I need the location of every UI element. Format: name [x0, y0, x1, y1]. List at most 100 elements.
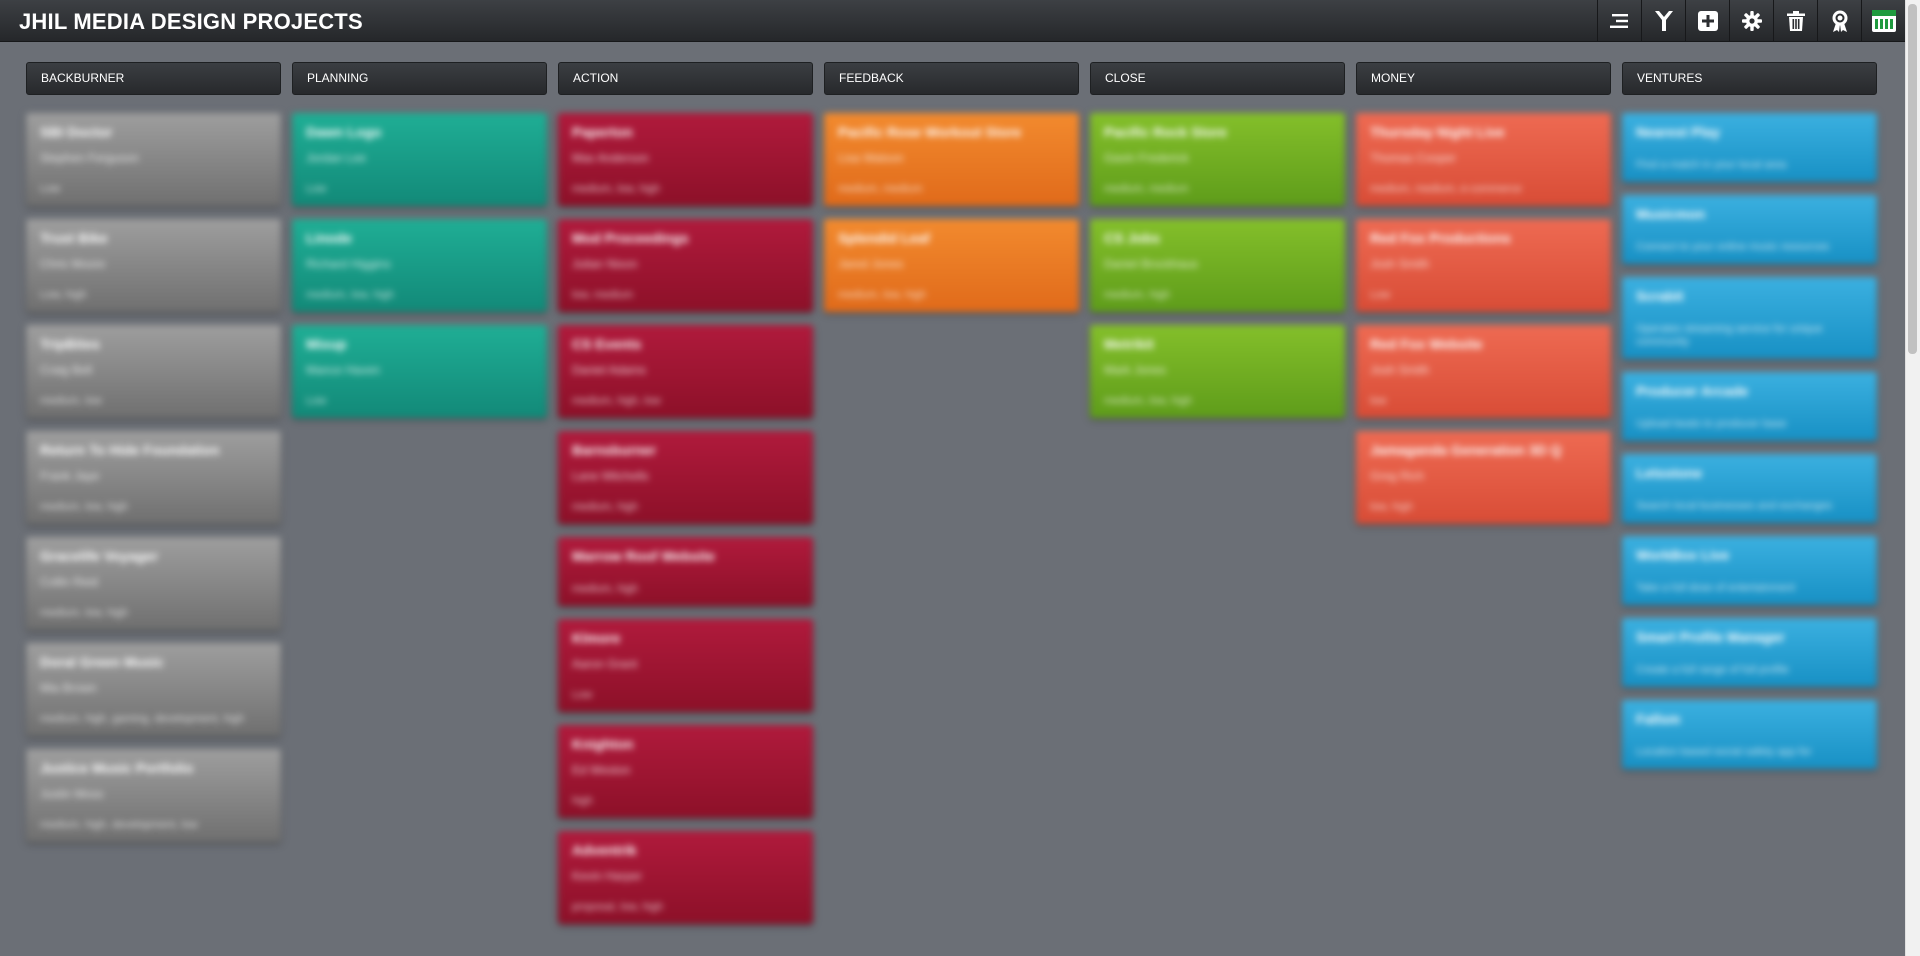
card-tags: medium, low, high	[572, 183, 661, 195]
project-card[interactable]: Return To Hide Foundation Frank Jaye mediu…	[26, 431, 281, 524]
card-title: Musicmon	[1636, 206, 1706, 222]
project-card[interactable]: Knighton Ed Weston high	[558, 725, 813, 818]
project-card[interactable]: Smart Profile Manager Create a full range…	[1622, 618, 1877, 687]
column-header[interactable]: ACTION	[558, 62, 813, 95]
card-client: Daniel Brockhaus	[1104, 257, 1199, 271]
card-client: Kevin Harper	[572, 869, 643, 883]
project-card[interactable]: CS Jobs Daniel Brockhaus medium, high	[1090, 219, 1345, 312]
card-client: Jared Jones	[838, 257, 904, 271]
project-card[interactable]: SBI Doctor Stephen Ferguson Low	[26, 113, 281, 206]
project-card[interactable]: Red Fox Website Josh Smith low	[1356, 325, 1611, 418]
card-title: Red Fox Website	[1370, 336, 1483, 352]
project-card[interactable]: WorkBox Live Take a full dose of entertai…	[1622, 536, 1877, 605]
project-card[interactable]: Pacific Rose Workout Store Lisa Watson med…	[824, 113, 1079, 206]
project-card[interactable]: Linode Richard Higgins medium, low, high	[292, 219, 547, 312]
card-title: Linode	[306, 230, 352, 246]
card-title: Red Fox Productions	[1370, 230, 1511, 246]
card-tags: medium, low, high	[40, 501, 129, 513]
card-title: Mod Proceedings	[572, 230, 689, 246]
card-tags: medium, high, low	[572, 395, 661, 407]
column-header[interactable]: VENTURES	[1622, 62, 1877, 95]
card-tags: medium, low	[40, 395, 102, 407]
card-title: Smart Profile Manager	[1636, 629, 1785, 645]
column-header[interactable]: FEEDBACK	[824, 62, 1079, 95]
project-card[interactable]: Producer Arcade Upload beats to producer …	[1622, 372, 1877, 441]
card-client: Chris Moore	[40, 257, 106, 271]
project-card[interactable]: Musicmon Connect to your online music res…	[1622, 195, 1877, 264]
card-title: Mixup	[306, 336, 347, 352]
project-card[interactable]: Nearest Play Find a match in your local a…	[1622, 113, 1877, 182]
card-title: Splendid Leaf	[838, 230, 930, 246]
column-money: MONEY Thursday Night Live Thomas Cooper me…	[1356, 62, 1611, 924]
vertical-scrollbar[interactable]	[1905, 0, 1920, 956]
card-title: WorkBox Live	[1636, 547, 1730, 563]
card-tags: Low	[572, 689, 593, 701]
column-header[interactable]: PLANNING	[292, 62, 547, 95]
project-card[interactable]: Pacific Rock Store Gavin Frederick medium,…	[1090, 113, 1345, 206]
settings-button[interactable]	[1729, 0, 1773, 42]
project-card[interactable]: Splendid Leaf Jared Jones medium, low, hig…	[824, 219, 1079, 312]
add-card-button[interactable]	[1685, 0, 1729, 42]
card-title: Producer Arcade	[1636, 383, 1749, 399]
card-tags: medium, high, development, low	[40, 819, 198, 831]
card-tags: Low, high	[40, 289, 87, 301]
card-description: Connect to your online music resources	[1636, 241, 1830, 253]
project-card[interactable]: Mod Proceedings Julian Nixon low, medium	[558, 219, 813, 312]
project-card[interactable]: Fallsm Location based social safety app f…	[1622, 700, 1877, 769]
column-header[interactable]: MONEY	[1356, 62, 1611, 95]
trash-button[interactable]	[1773, 0, 1817, 42]
list-icon	[1609, 13, 1630, 29]
card-title: SBI Doctor	[40, 124, 113, 140]
project-card[interactable]: Metrikit Mark Jones medium, low, high	[1090, 325, 1345, 418]
project-card[interactable]: Gracelife Voyager Collin Reid medium, low,…	[26, 537, 281, 630]
project-card[interactable]: Dawn Logo Jordan Lee Low	[292, 113, 547, 206]
card-client: Greg Rich	[1370, 469, 1425, 483]
project-card[interactable]: CS Events Daniel Adams medium, high, low	[558, 325, 813, 418]
project-card[interactable]: Justice Music Portfolio Justin Moss medium…	[26, 749, 281, 842]
column-header[interactable]: CLOSE	[1090, 62, 1345, 95]
project-card[interactable]: Adventrik Kevin Harper proposal, low, high	[558, 831, 813, 924]
project-card[interactable]: Letsstone Search local businesses and exc…	[1622, 454, 1877, 523]
list-view-button[interactable]	[1597, 0, 1641, 42]
card-tags: medium, low, high	[838, 289, 927, 301]
toolbar	[1597, 0, 1905, 42]
filter-button[interactable]	[1641, 0, 1685, 42]
card-client: Daniel Adams	[572, 363, 647, 377]
card-client: Collin Reid	[40, 575, 99, 589]
project-card[interactable]: Barnsburner Lane Mitchells medium, high	[558, 431, 813, 524]
project-card[interactable]: Marrow Roof Website medium, high	[558, 537, 813, 606]
achievements-button[interactable]	[1817, 0, 1861, 42]
project-card[interactable]: Thursday Night Live Thomas Cooper medium, …	[1356, 113, 1611, 206]
gear-icon	[1741, 11, 1762, 31]
card-tags: medium, medium	[1104, 183, 1189, 195]
brand-logo-button[interactable]	[1861, 0, 1905, 42]
card-tags: high	[572, 795, 593, 807]
card-tags: low, medium	[572, 289, 634, 301]
card-title: Nearest Play	[1636, 124, 1721, 140]
project-card[interactable]: Red Fox Productions Josh Smith Low	[1356, 219, 1611, 312]
card-title: Gracelife Voyager	[40, 548, 159, 564]
card-client: Gavin Frederick	[1104, 151, 1189, 165]
card-title: Trust Bike	[40, 230, 108, 246]
card-tags: Low	[40, 183, 61, 195]
project-card[interactable]: Scrabit Operates streaming service for un…	[1622, 277, 1877, 359]
project-card[interactable]: Paperton Max Anderson medium, low, high	[558, 113, 813, 206]
project-card[interactable]: Jamaganda Generation 3D Q Greg Rich low, h…	[1356, 431, 1611, 524]
project-card[interactable]: Mixup Mance Haven Low	[292, 325, 547, 418]
card-title: Knighton	[572, 736, 634, 752]
project-card[interactable]: Trust Bike Chris Moore Low, high	[26, 219, 281, 312]
card-tags: medium, high	[572, 501, 639, 513]
project-card[interactable]: Klmore Aaron Grant Low	[558, 619, 813, 712]
card-client: Frank Jaye	[40, 469, 100, 483]
project-card[interactable]: Doral Green Music Mia Brown medium, high, …	[26, 643, 281, 736]
card-tags: proposal, low, high	[572, 901, 664, 913]
card-title: Marrow Roof Website	[572, 548, 715, 564]
scrollbar-thumb[interactable]	[1908, 4, 1917, 354]
card-client: Mance Haven	[306, 363, 381, 377]
card-tags: medium, low, high	[306, 289, 395, 301]
project-card[interactable]: TripBites Craig Bell medium, low	[26, 325, 281, 418]
card-tags: medium, high, gaming, development, high	[40, 713, 245, 725]
column-header[interactable]: BACKBURNER	[26, 62, 281, 95]
card-client: Julian Nixon	[572, 257, 638, 271]
card-description: Search local businesses and exchanges	[1636, 500, 1833, 512]
